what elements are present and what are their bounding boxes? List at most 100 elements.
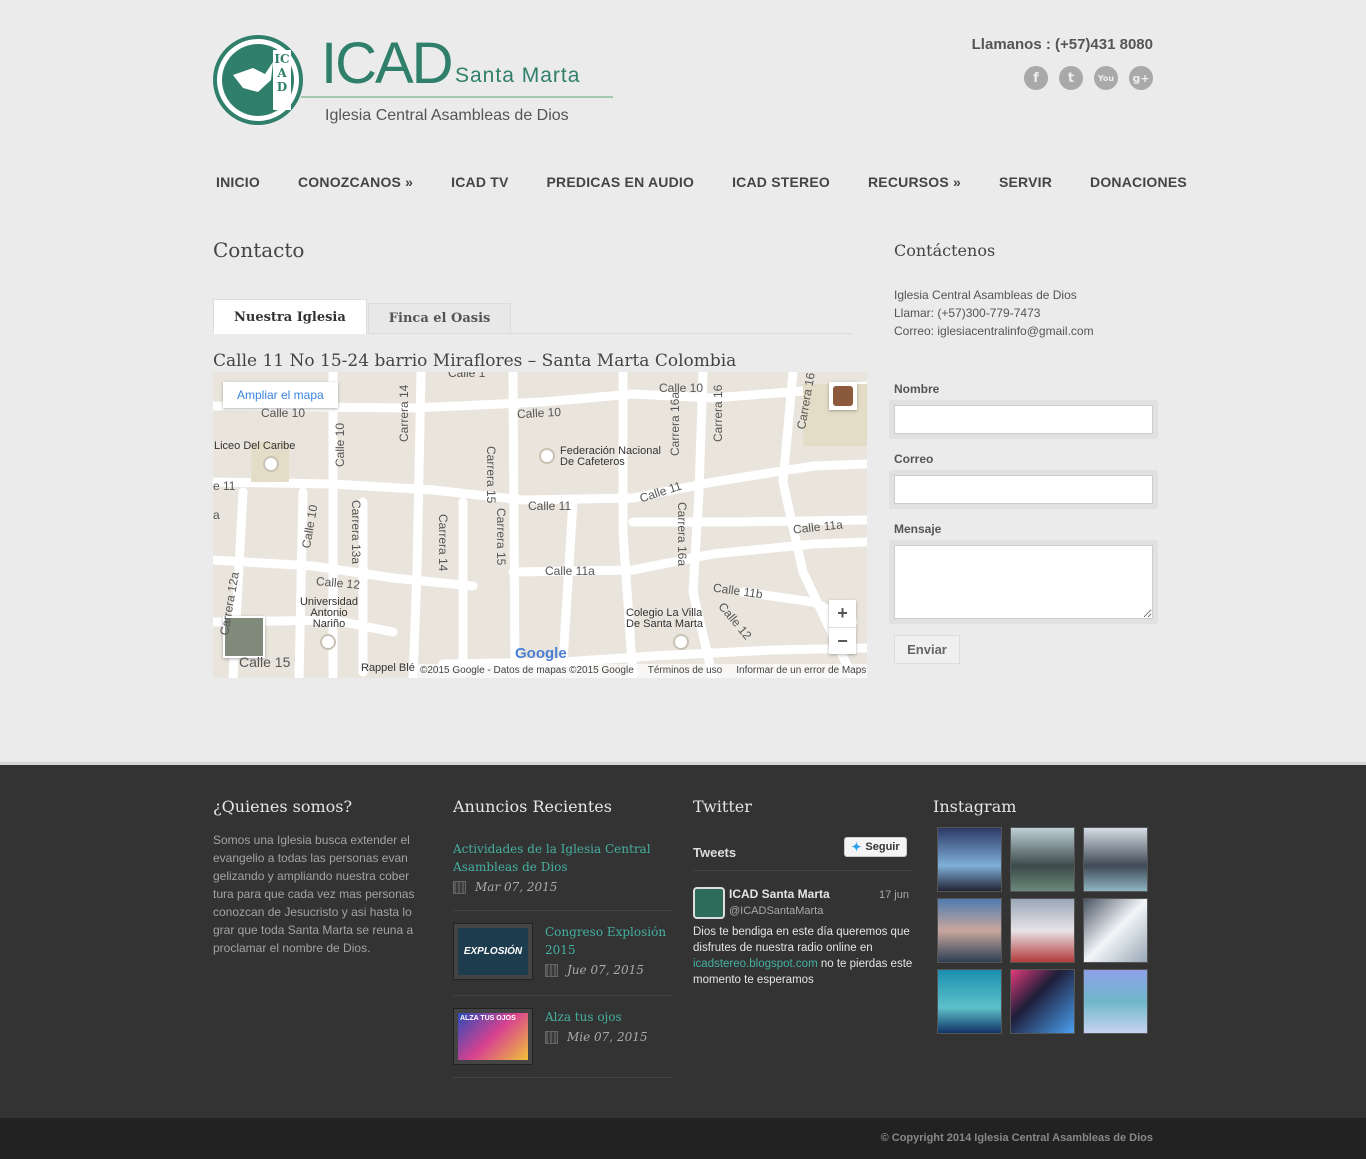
map-street-label: Calle 15 — [239, 654, 291, 670]
footer-about-text: Somos una Iglesia busca extender el evan… — [213, 833, 415, 955]
church-address: Calle 11 No 15-24 barrio Miraflores – Sa… — [213, 351, 737, 371]
tweet-divider — [693, 870, 913, 871]
instagram-photo[interactable] — [937, 898, 1002, 963]
email-label: Correo — [894, 452, 934, 466]
street-view-avatar[interactable] — [829, 382, 857, 410]
map-street-label: Calle 10 — [333, 422, 347, 467]
instagram-photo[interactable] — [1083, 969, 1148, 1034]
school-icon — [320, 634, 336, 650]
map-enlarge-button[interactable]: Ampliar el mapa — [223, 382, 338, 408]
news-post-title[interactable]: Alza tus ojos — [545, 1008, 672, 1026]
footer-news-title: Anuncios Recientes — [453, 797, 612, 816]
nav-item-conozcanos[interactable]: CONOZCANOS» — [298, 174, 413, 190]
logo-main-text: ICAD — [321, 31, 454, 96]
tab-finca-el-oasis[interactable]: Finca el Oasis — [367, 303, 512, 334]
map-street-label: Calle 1 — [448, 372, 486, 380]
twitter-follow-button[interactable]: ✦ Seguir — [844, 837, 907, 857]
google-plus-icon[interactable]: g+ — [1129, 66, 1153, 90]
map-street-label: Calle 11a — [545, 564, 595, 578]
map-street-label: Carrera 14 — [397, 384, 411, 442]
news-post-thumbnail[interactable]: ALZA TUS OJOS — [453, 1008, 533, 1065]
main-nav: INICIO CONOZCANOS» ICAD TV PREDICAS EN A… — [216, 174, 1225, 190]
map-street-label: a — [213, 508, 220, 522]
nav-item-servir[interactable]: SERVIR — [999, 174, 1052, 190]
bottom-bar — [0, 1118, 1366, 1159]
instagram-photo[interactable] — [937, 827, 1002, 892]
tweet-text: Dios te bendiga en este día queremos que… — [693, 926, 913, 986]
contact-church-name: Iglesia Central Asambleas de Dios — [894, 288, 1077, 302]
facebook-icon[interactable]: f — [1024, 66, 1048, 90]
news-post-title[interactable]: Congreso Explosión 2015 — [545, 923, 672, 959]
tweets-heading: Tweets — [693, 845, 737, 860]
nav-item-predicas[interactable]: PREDICAS EN AUDIO — [547, 174, 695, 190]
contact-sidebar-title: Contáctenos — [894, 241, 996, 260]
map-copyright: ©2015 Google - Datos de mapas ©2015 Goog… — [420, 665, 634, 676]
message-field[interactable] — [894, 545, 1153, 619]
map-street-label: Carrera 15 — [494, 508, 508, 566]
map-poi-label: Liceo Del Caribe — [214, 440, 296, 452]
map-street-label: Calle 10 — [261, 406, 306, 420]
map-poi-label: Universidad Antonio Nariño — [299, 596, 359, 630]
copyright: © Copyright 2014 Iglesia Central Asamble… — [880, 1132, 1153, 1144]
news-post-title[interactable]: Actividades de la Iglesia Central Asambl… — [453, 840, 672, 876]
social-links: f t You g+ — [1024, 66, 1153, 90]
map-street-label: Carrera 16a — [668, 391, 682, 456]
tweet-date[interactable]: 17 jun — [879, 889, 909, 901]
site-logo[interactable]: ICAD Santa Marta ICAD Santa Marta Iglesi… — [213, 30, 613, 130]
tweet-author-handle[interactable]: @ICADSantaMarta — [729, 905, 823, 917]
logo-city-text: Santa Marta — [455, 64, 581, 87]
map-terms-link[interactable]: Términos de uso — [648, 664, 722, 678]
school-icon — [673, 634, 689, 650]
calendar-icon — [545, 963, 558, 977]
instagram-photo[interactable] — [937, 969, 1002, 1034]
nav-item-inicio[interactable]: INICIO — [216, 174, 260, 190]
twitter-icon[interactable]: t — [1059, 66, 1083, 90]
map-street-label: Carrera 13a — [349, 500, 363, 565]
map-street-label: Carrera 15 — [484, 446, 498, 504]
instagram-grid — [937, 827, 1148, 1034]
contact-info: Iglesia Central Asambleas de Dios Llamar… — [894, 286, 1094, 340]
news-post-date: Mie 07, 2015 — [567, 1030, 648, 1044]
news-post: EXPLOSIÓN Congreso Explosión 2015 Jue 07… — [453, 923, 672, 996]
instagram-photo[interactable] — [1010, 969, 1075, 1034]
news-post-thumbnail[interactable]: EXPLOSIÓN — [453, 923, 533, 980]
nav-item-recursos[interactable]: RECURSOS» — [868, 174, 961, 190]
page-title: Contacto — [213, 238, 305, 262]
map-report-link[interactable]: Informar de un error de Maps — [736, 664, 866, 678]
name-field-wrapper — [889, 400, 1158, 439]
name-field[interactable] — [894, 405, 1153, 434]
map-street-label: Carrera 14 — [436, 514, 450, 572]
youtube-icon[interactable]: You — [1094, 66, 1118, 90]
map-street-label: Carrera 16 — [711, 384, 725, 442]
news-post-date: Mar 07, 2015 — [475, 880, 558, 894]
map-poi-label: Rappel Blé — [361, 662, 415, 674]
map-attribution: ©2015 Google - Datos de mapas ©2015 Goog… — [418, 664, 867, 678]
news-post: Actividades de la Iglesia Central Asambl… — [453, 840, 672, 911]
instagram-photo[interactable] — [1010, 898, 1075, 963]
tweet-author-name[interactable]: ICAD Santa Marta — [729, 887, 830, 901]
footer-about-title: ¿Quienes somos? — [213, 797, 353, 816]
google-map[interactable]: Ampliar el mapa Calle 10 Calle 10 Calle … — [213, 372, 867, 678]
message-field-wrapper — [889, 540, 1158, 624]
name-label: Nombre — [894, 382, 940, 396]
instagram-photo[interactable] — [1083, 898, 1148, 963]
send-button[interactable]: Enviar — [894, 635, 960, 664]
nav-item-donaciones[interactable]: DONACIONES — [1090, 174, 1187, 190]
twitter-avatar[interactable] — [693, 887, 725, 919]
contact-email: Correo: iglesiacentralinfo@gmail.com — [894, 324, 1094, 338]
email-field[interactable] — [894, 475, 1153, 504]
instagram-photo[interactable] — [1010, 827, 1075, 892]
footer-instagram-title: Instagram — [933, 797, 1017, 816]
tab-nuestra-iglesia[interactable]: Nuestra Iglesia — [213, 299, 367, 334]
nav-item-icad-stereo[interactable]: ICAD STEREO — [732, 174, 830, 190]
logo-seal-text: Santa Marta — [243, 108, 275, 114]
map-zoom-out-button[interactable]: − — [829, 627, 856, 654]
logo-seal-letters: ICAD — [274, 52, 290, 94]
tweet-link[interactable]: icadstereo.blogspot.com — [693, 958, 818, 970]
twitter-bird-icon: ✦ — [851, 840, 862, 854]
nav-item-icad-tv[interactable]: ICAD TV — [451, 174, 508, 190]
map-zoom-in-button[interactable]: + — [829, 600, 856, 627]
location-tabs: Nuestra Iglesia Finca el Oasis — [213, 299, 852, 334]
instagram-photo[interactable] — [1083, 827, 1148, 892]
email-field-wrapper — [889, 470, 1158, 509]
